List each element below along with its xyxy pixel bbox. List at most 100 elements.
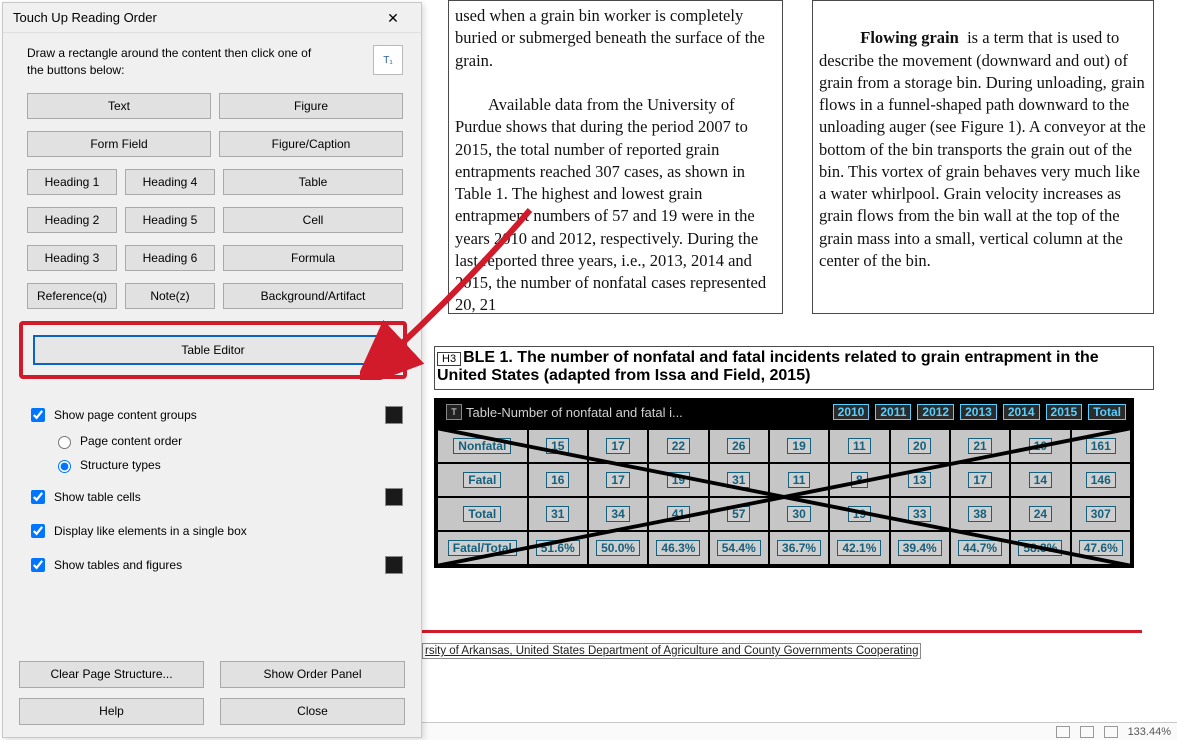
table-cell: 46.3%	[648, 531, 708, 565]
table-cell: 8	[829, 463, 889, 497]
dialog-title: Touch Up Reading Order	[13, 3, 157, 33]
display-like-elements-checkbox[interactable]: Display like elements in a single box	[27, 521, 247, 541]
show-tables-figures-checkbox[interactable]: Show tables and figures	[27, 555, 182, 575]
heading3-button[interactable]: Heading 3	[27, 245, 117, 271]
show-page-content-groups-checkbox[interactable]: Show page content groups	[27, 405, 197, 425]
text-button[interactable]: Text	[27, 93, 211, 119]
tables-figures-color-swatch[interactable]	[385, 556, 403, 574]
table-cell: 17	[588, 463, 648, 497]
document-view: used when a grain bin worker is complete…	[422, 0, 1177, 740]
table-cell: 19	[648, 463, 708, 497]
figure-button[interactable]: Figure	[219, 93, 403, 119]
table-cell: 17	[588, 429, 648, 463]
table-column-header: 2013	[960, 404, 997, 420]
table-cell: 31	[528, 497, 588, 531]
clear-page-structure-button[interactable]: Clear Page Structure...	[19, 661, 204, 688]
form-field-button[interactable]: Form Field	[27, 131, 211, 157]
cell-button[interactable]: Cell	[223, 207, 403, 233]
document-text-column-left: used when a grain bin worker is complete…	[448, 0, 783, 314]
table-cell: 26	[709, 429, 769, 463]
table-cell: 36.7%	[769, 531, 829, 565]
table-cell: 39.4%	[890, 531, 950, 565]
table-cell: 58.3%	[1010, 531, 1070, 565]
page-footer-credit: rsity of Arkansas, United States Departm…	[422, 643, 1142, 659]
table-caption: Table-Number of nonfatal and fatal i...	[466, 405, 683, 420]
table-cell: 41	[648, 497, 708, 531]
table-cell: 21	[950, 429, 1010, 463]
page-content-order-radio[interactable]: Page content order	[53, 433, 403, 449]
table-cell: 19	[829, 497, 889, 531]
reading-order-icon[interactable]: T₁	[373, 45, 403, 75]
figure-caption-button[interactable]: Figure/Caption	[219, 131, 403, 157]
table-cell: 54.4%	[709, 531, 769, 565]
close-icon[interactable]: ✕	[373, 3, 413, 33]
table-row: Total313441573019333824307	[437, 497, 1131, 531]
table-cell: 19	[769, 429, 829, 463]
reference-button[interactable]: Reference(q)	[27, 283, 117, 309]
table-column-header: 2011	[875, 404, 911, 420]
table-editor-button[interactable]: Table Editor	[33, 335, 393, 365]
table-cell: 50.0%	[588, 531, 648, 565]
table-cell: 13	[890, 463, 950, 497]
table-button[interactable]: Table	[223, 169, 403, 195]
table-cells-color-swatch[interactable]	[385, 488, 403, 506]
table-cell: 161	[1071, 429, 1131, 463]
table-cell: 14	[1010, 463, 1070, 497]
touch-up-reading-order-dialog: Touch Up Reading Order ✕ Draw a rectangl…	[2, 2, 422, 738]
table-cell: 16	[528, 463, 588, 497]
table-body: Nonfatal151722261911202110161Fatal161719…	[436, 428, 1132, 566]
table-row: Nonfatal151722261911202110161	[437, 429, 1131, 463]
table-cell: 30	[769, 497, 829, 531]
table-tag-icon: T	[446, 404, 462, 420]
table-cell: 22	[648, 429, 708, 463]
table-cell: 146	[1071, 463, 1131, 497]
table-row-name: Total	[437, 497, 528, 531]
zoom-level: 133.44%	[1128, 726, 1171, 738]
background-artifact-button[interactable]: Background/Artifact	[223, 283, 403, 309]
h3-tag-label: H3	[437, 352, 461, 366]
tagged-table[interactable]: T Table-Number of nonfatal and fatal i..…	[434, 398, 1134, 568]
view-mode-icon-2[interactable]	[1080, 726, 1094, 738]
heading6-button[interactable]: Heading 6	[125, 245, 215, 271]
heading1-button[interactable]: Heading 1	[27, 169, 117, 195]
table-row-name: Fatal	[437, 463, 528, 497]
table-row: Fatal/Total51.6%50.0%46.3%54.4%36.7%42.1…	[437, 531, 1131, 565]
document-text-column-right: Flowing grain is a term that is used to …	[812, 0, 1154, 314]
note-button[interactable]: Note(z)	[125, 283, 215, 309]
formula-button[interactable]: Formula	[223, 245, 403, 271]
table-cell: 24	[1010, 497, 1070, 531]
view-mode-icon[interactable]	[1056, 726, 1070, 738]
table-column-header: 2010	[833, 404, 870, 420]
table-editor-highlight: Table Editor	[19, 321, 407, 379]
heading2-button[interactable]: Heading 2	[27, 207, 117, 233]
table-cell: 11	[769, 463, 829, 497]
table-cell: 31	[709, 463, 769, 497]
table-column-header: 2014	[1003, 404, 1040, 420]
help-button[interactable]: Help	[19, 698, 204, 725]
table-row-name: Nonfatal	[437, 429, 528, 463]
table-cell: 17	[950, 463, 1010, 497]
table-column-header: 2015	[1046, 404, 1083, 420]
table-column-header: Total	[1088, 404, 1126, 420]
table-title-tagged[interactable]: H3BLE 1. The number of nonfatal and fata…	[434, 346, 1154, 390]
table-cell: 38	[950, 497, 1010, 531]
table-cell: 44.7%	[950, 531, 1010, 565]
table-row-name: Fatal/Total	[437, 531, 528, 565]
table-cell: 33	[890, 497, 950, 531]
content-groups-color-swatch[interactable]	[385, 406, 403, 424]
dialog-instruction: Draw a rectangle around the content then…	[27, 45, 327, 79]
table-cell: 34	[588, 497, 648, 531]
table-cell: 20	[890, 429, 950, 463]
structure-types-radio[interactable]: Structure types	[53, 457, 403, 473]
close-button[interactable]: Close	[220, 698, 405, 725]
table-cell: 307	[1071, 497, 1131, 531]
show-table-cells-checkbox[interactable]: Show table cells	[27, 487, 141, 507]
table-cell: 15	[528, 429, 588, 463]
show-order-panel-button[interactable]: Show Order Panel	[220, 661, 405, 688]
page-bottom-rule	[422, 630, 1142, 633]
table-cell: 51.6%	[528, 531, 588, 565]
table-row: Fatal16171931118131714146	[437, 463, 1131, 497]
heading4-button[interactable]: Heading 4	[125, 169, 215, 195]
heading5-button[interactable]: Heading 5	[125, 207, 215, 233]
view-mode-icon-3[interactable]	[1104, 726, 1118, 738]
